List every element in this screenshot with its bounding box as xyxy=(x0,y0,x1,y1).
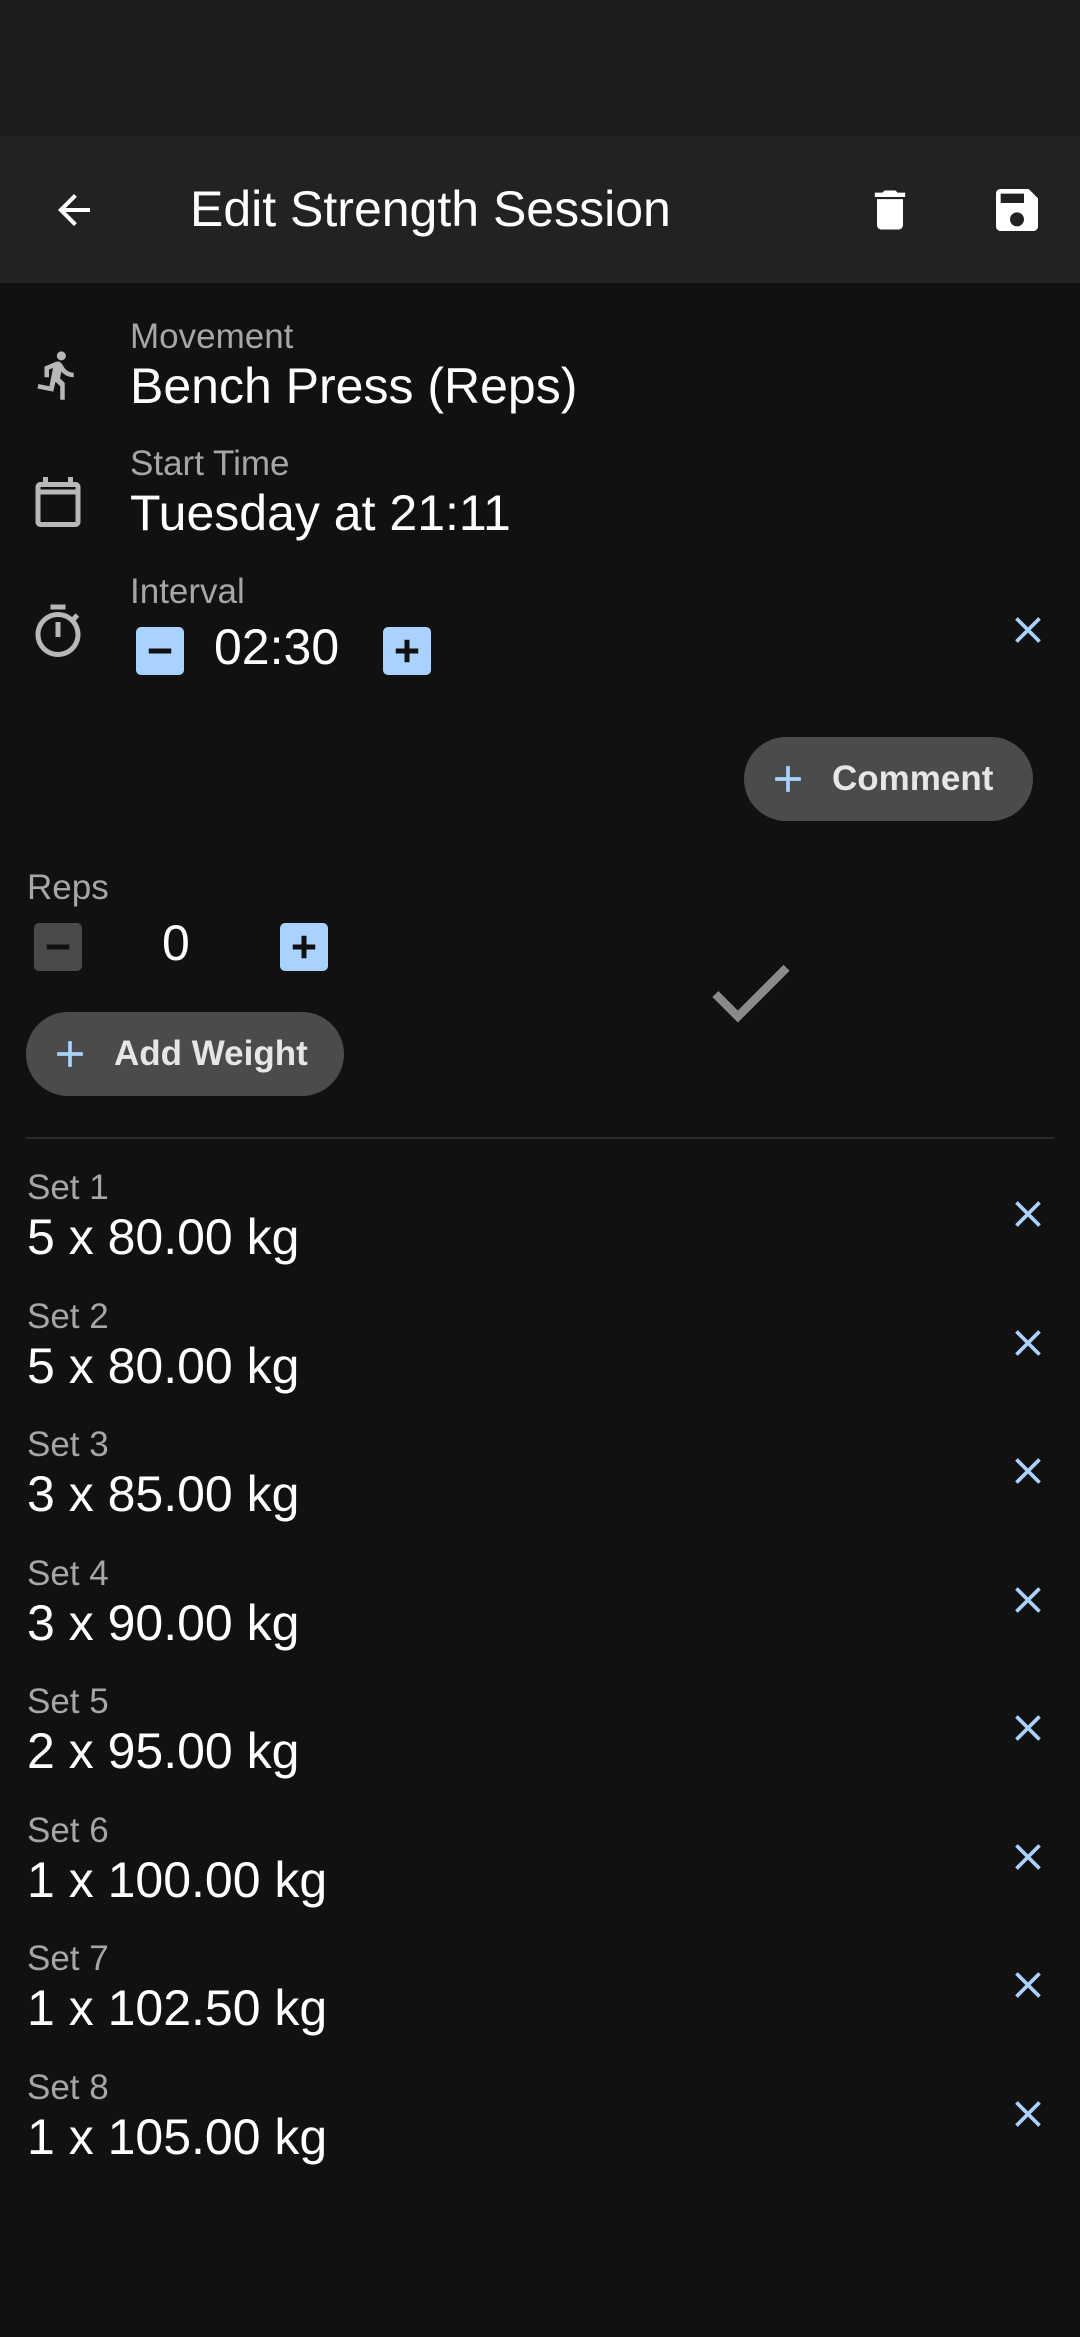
set-list: Set 1 5 x 80.00 kg Set 2 5 x 80.00 kg Se… xyxy=(0,1160,1080,2188)
remove-set-button[interactable] xyxy=(998,1570,1058,1630)
confirm-set-button[interactable] xyxy=(706,952,796,1030)
set-label: Set 5 xyxy=(27,1682,109,1721)
set-value: 5 x 80.00 kg xyxy=(27,1337,300,1394)
close-icon xyxy=(1015,1586,1041,1613)
running-person-icon xyxy=(28,345,88,405)
set-value: 3 x 85.00 kg xyxy=(27,1466,300,1522)
set-value: 1 x 102.50 kg xyxy=(27,1980,328,2036)
reps-increment-button[interactable] xyxy=(280,923,328,971)
calendar-icon xyxy=(28,472,88,532)
plus-icon xyxy=(48,1032,92,1076)
interval-decrement-button[interactable] xyxy=(136,627,184,675)
remove-set-button[interactable] xyxy=(998,2084,1058,2144)
set-label: Set 6 xyxy=(27,1810,109,1850)
close-icon xyxy=(1015,2100,1041,2127)
plus-icon xyxy=(395,639,419,663)
list-item[interactable]: Set 6 1 x 100.00 kg xyxy=(0,1803,1080,1932)
close-icon xyxy=(1015,1843,1041,1870)
back-button[interactable] xyxy=(32,168,116,252)
movement-row[interactable]: Movement Bench Press (Reps) xyxy=(0,305,1080,420)
movement-value: Bench Press (Reps) xyxy=(130,358,578,414)
add-weight-button-label: Add Weight xyxy=(114,1034,308,1073)
set-value: 1 x 100.00 kg xyxy=(27,1851,328,1908)
set-label: Set 2 xyxy=(27,1296,109,1336)
set-value: 1 x 105.00 kg xyxy=(27,2108,328,2165)
close-icon xyxy=(1015,617,1041,643)
interval-value: 02:30 xyxy=(214,619,340,675)
list-item[interactable]: Set 2 5 x 80.00 kg xyxy=(0,1289,1080,1418)
minus-icon xyxy=(148,648,172,654)
remove-set-button[interactable] xyxy=(998,1698,1058,1758)
status-bar xyxy=(0,0,1080,136)
remove-set-button[interactable] xyxy=(998,1955,1058,2015)
page-title: Edit Strength Session xyxy=(190,181,671,237)
close-icon xyxy=(1015,1329,1041,1356)
plus-icon xyxy=(766,757,810,801)
set-value: 3 x 90.00 kg xyxy=(27,1594,300,1651)
interval-row: Interval 02:30 xyxy=(0,562,1080,682)
interval-increment-button[interactable] xyxy=(383,627,431,675)
start-time-value: Tuesday at 21:11 xyxy=(130,485,511,541)
add-comment-button[interactable]: Comment xyxy=(744,737,1033,821)
floppy-disk-icon xyxy=(996,189,1038,231)
remove-set-button[interactable] xyxy=(998,1184,1058,1244)
set-label: Set 8 xyxy=(27,2067,109,2107)
delete-button[interactable] xyxy=(848,168,932,252)
movement-label: Movement xyxy=(130,317,294,356)
set-value: 2 x 95.00 kg xyxy=(27,1723,300,1779)
list-item[interactable]: Set 3 3 x 85.00 kg xyxy=(0,1417,1080,1546)
comment-button-label: Comment xyxy=(832,759,994,798)
close-icon xyxy=(1015,1458,1041,1484)
save-button[interactable] xyxy=(975,168,1059,252)
divider xyxy=(26,1137,1054,1139)
trash-icon xyxy=(874,190,906,230)
remove-set-button[interactable] xyxy=(998,1313,1058,1373)
reps-label: Reps xyxy=(27,868,109,907)
remove-set-button[interactable] xyxy=(998,1441,1058,1501)
list-item[interactable]: Set 5 2 x 95.00 kg xyxy=(0,1674,1080,1803)
interval-label: Interval xyxy=(130,572,245,611)
close-icon xyxy=(1015,1972,1041,1998)
reps-value: 0 xyxy=(162,915,190,971)
minus-icon xyxy=(46,944,70,950)
list-item[interactable]: Set 8 1 x 105.00 kg xyxy=(0,2060,1080,2189)
remove-set-button[interactable] xyxy=(998,1827,1058,1887)
close-icon xyxy=(1015,1715,1041,1741)
set-value: 5 x 80.00 kg xyxy=(27,1209,300,1265)
app-bar: Edit Strength Session xyxy=(0,136,1080,283)
checkmark-icon xyxy=(712,964,790,1023)
reps-decrement-button[interactable] xyxy=(34,923,82,971)
add-weight-button[interactable]: Add Weight xyxy=(26,1012,344,1096)
reps-row: Reps 0 xyxy=(0,862,1080,982)
set-label: Set 4 xyxy=(27,1553,109,1593)
interval-clear-button[interactable] xyxy=(998,600,1058,660)
set-label: Set 1 xyxy=(27,1168,109,1207)
start-time-row[interactable]: Start Time Tuesday at 21:11 xyxy=(0,432,1080,547)
list-item[interactable]: Set 4 3 x 90.00 kg xyxy=(0,1546,1080,1675)
start-time-label: Start Time xyxy=(130,444,290,483)
plus-icon xyxy=(292,935,316,959)
list-item[interactable]: Set 7 1 x 102.50 kg xyxy=(0,1931,1080,2060)
timer-icon xyxy=(28,602,88,662)
close-icon xyxy=(1015,1201,1041,1227)
list-item[interactable]: Set 1 5 x 80.00 kg xyxy=(0,1160,1080,1289)
arrow-back-icon xyxy=(58,194,90,226)
set-label: Set 3 xyxy=(27,1425,109,1464)
set-label: Set 7 xyxy=(27,1939,109,1978)
